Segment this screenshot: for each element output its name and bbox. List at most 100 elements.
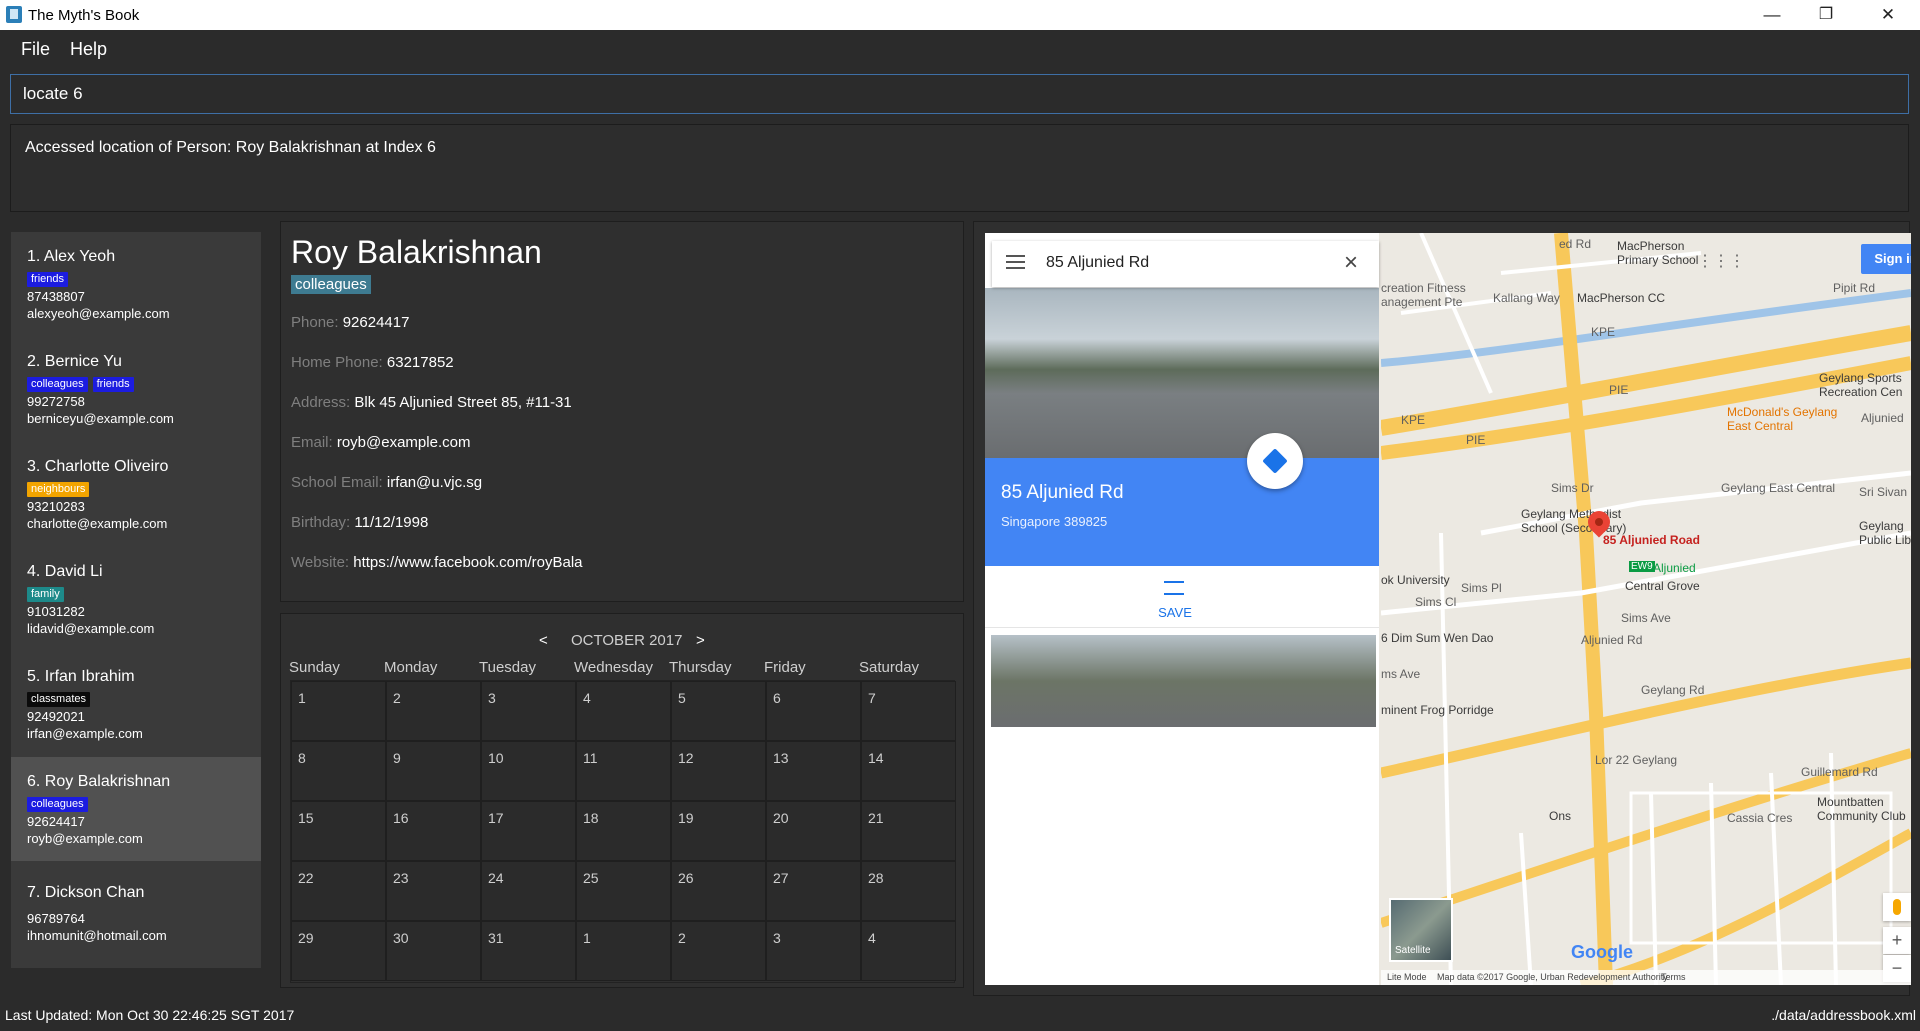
- person-card-3[interactable]: 3. Charlotte Oliveiro neighbours 9321028…: [11, 442, 261, 546]
- place-title: 85 Aljunied Rd: [1001, 482, 1124, 503]
- command-input[interactable]: [10, 74, 1909, 114]
- calendar-month: OCTOBER 2017: [571, 632, 683, 649]
- details-website: Website: https://www.facebook.com/royBal…: [291, 554, 583, 571]
- calendar-day-cell[interactable]: 4: [576, 681, 671, 741]
- map-label: Sims Pl: [1461, 581, 1502, 595]
- calendar-day-cell[interactable]: 3: [766, 921, 861, 981]
- calendar-day-cell[interactable]: 12: [671, 741, 766, 801]
- person-tag: friends: [27, 272, 69, 287]
- last-updated: Last Updated: Mon Oct 30 22:46:25 SGT 20…: [5, 1007, 295, 1023]
- calendar-day-number: 1: [298, 690, 306, 706]
- satellite-toggle[interactable]: Satellite: [1389, 898, 1453, 962]
- maximize-button[interactable]: ❐: [1806, 4, 1846, 26]
- menu-help[interactable]: Help: [70, 39, 107, 60]
- person-card-2[interactable]: 2. Bernice Yu colleagues friends 9927275…: [11, 337, 261, 441]
- calendar-day-cell[interactable]: 2: [671, 921, 766, 981]
- calendar-day-cell[interactable]: 15: [291, 801, 386, 861]
- calendar-day-cell[interactable]: 14: [861, 741, 956, 801]
- calendar-day-cell[interactable]: 27: [766, 861, 861, 921]
- calendar-prev-button[interactable]: <: [539, 632, 548, 649]
- calendar-day-cell[interactable]: 23: [386, 861, 481, 921]
- calendar-day-cell[interactable]: 29: [291, 921, 386, 981]
- calendar-day-cell[interactable]: 18: [576, 801, 671, 861]
- person-details-panel: Roy Balakrishnan colleagues Phone: 92624…: [280, 221, 964, 602]
- hamburger-menu-icon[interactable]: [1006, 255, 1025, 269]
- minimize-button[interactable]: —: [1752, 4, 1792, 26]
- person-card-7[interactable]: 7. Dickson Chan 96789764 ihnomunit@hotma…: [11, 862, 261, 966]
- field-label: Email:: [291, 434, 337, 451]
- calendar-day-cell[interactable]: 11: [576, 741, 671, 801]
- calendar-day-number: 8: [298, 750, 306, 766]
- person-email: royb@example.com: [27, 831, 143, 846]
- calendar-day-cell[interactable]: 20: [766, 801, 861, 861]
- calendar-day-cell[interactable]: 2: [386, 681, 481, 741]
- street-view-photo[interactable]: [985, 288, 1379, 458]
- calendar-day-cell[interactable]: 4: [861, 921, 956, 981]
- calendar-day-cell[interactable]: 25: [576, 861, 671, 921]
- map-roads: [1381, 233, 1911, 985]
- map-search-query[interactable]: 85 Aljunied Rd: [1046, 254, 1149, 272]
- field-value: 63217852: [386, 354, 454, 371]
- google-map[interactable]: MacPherson Primary School MacPherson CC …: [985, 233, 1911, 985]
- calendar-day-cell[interactable]: 17: [481, 801, 576, 861]
- person-card-1[interactable]: 1. Alex Yeoh friends 87438807 alexyeoh@e…: [11, 232, 261, 336]
- calendar-day-cell[interactable]: 24: [481, 861, 576, 921]
- calendar-day-cell[interactable]: 6: [766, 681, 861, 741]
- field-label: Home Phone:: [291, 354, 387, 371]
- calendar-next-button[interactable]: >: [696, 632, 705, 649]
- person-phone: 92624417: [27, 814, 85, 829]
- directions-button[interactable]: [1247, 433, 1303, 489]
- person-card-5[interactable]: 5. Irfan Ibrahim classmates 92492021 irf…: [11, 652, 261, 756]
- calendar-day-number: 22: [298, 870, 314, 886]
- calendar-day-cell[interactable]: 22: [291, 861, 386, 921]
- calendar-day-cell[interactable]: 31: [481, 921, 576, 981]
- place-subtitle: Singapore 389825: [1001, 514, 1108, 529]
- map-label: Kallang Way: [1493, 291, 1560, 305]
- map-label: Mountbatten Community Club: [1817, 795, 1906, 823]
- map-label: Geylang Public Lib: [1859, 519, 1911, 547]
- calendar-day-cell[interactable]: 1: [576, 921, 671, 981]
- calendar-day-cell[interactable]: 16: [386, 801, 481, 861]
- calendar-day-cell[interactable]: 3: [481, 681, 576, 741]
- map-search-box[interactable]: 85 Aljunied Rd ×: [992, 241, 1379, 287]
- calendar-day-cell[interactable]: 7: [861, 681, 956, 741]
- day-of-week: Sunday: [289, 659, 340, 676]
- map-label: Sims Dr: [1551, 481, 1594, 495]
- field-label: Address:: [291, 394, 355, 411]
- pegman-icon[interactable]: [1883, 893, 1911, 921]
- map-label: KPE: [1591, 325, 1616, 339]
- menu-file[interactable]: File: [21, 39, 50, 60]
- zoom-in-button[interactable]: +: [1883, 927, 1911, 954]
- calendar-day-cell[interactable]: 26: [671, 861, 766, 921]
- field-value: irfan@u.vjc.sg: [386, 474, 483, 491]
- calendar-day-cell[interactable]: 9: [386, 741, 481, 801]
- person-list[interactable]: 1. Alex Yeoh friends 87438807 alexyeoh@e…: [11, 232, 261, 968]
- calendar-day-cell[interactable]: 13: [766, 741, 861, 801]
- day-of-week: Monday: [384, 659, 438, 676]
- map-label: Guillemard Rd: [1801, 765, 1878, 779]
- calendar-day-cell[interactable]: 1: [291, 681, 386, 741]
- street-view-thumbnail[interactable]: [991, 635, 1376, 727]
- terms-link[interactable]: Terms: [1661, 972, 1686, 982]
- map-canvas[interactable]: MacPherson Primary School MacPherson CC …: [1381, 233, 1911, 985]
- field-value: royb@example.com: [336, 434, 471, 451]
- window-title: The Myth's Book: [28, 7, 140, 24]
- apps-grid-icon[interactable]: ⋮⋮⋮: [1697, 251, 1745, 271]
- close-icon[interactable]: ×: [1344, 249, 1358, 277]
- calendar-day-cell[interactable]: 19: [671, 801, 766, 861]
- calendar-day-cell[interactable]: 21: [861, 801, 956, 861]
- sign-in-button[interactable]: Sign in: [1861, 244, 1911, 274]
- person-card-6[interactable]: 6. Roy Balakrishnan colleagues 92624417 …: [11, 757, 261, 861]
- person-name: 7. Dickson Chan: [27, 884, 145, 901]
- calendar-day-number: 26: [678, 870, 694, 886]
- calendar-day-cell[interactable]: 30: [386, 921, 481, 981]
- map-label: Pipit Rd: [1833, 281, 1876, 295]
- person-card-4[interactable]: 4. David Li family 91031282 lidavid@exam…: [11, 547, 261, 651]
- calendar-day-cell[interactable]: 8: [291, 741, 386, 801]
- calendar-day-cell[interactable]: 5: [671, 681, 766, 741]
- close-button[interactable]: ✕: [1868, 4, 1908, 26]
- save-button[interactable]: SAVE: [1135, 573, 1215, 623]
- map-label: ok University: [1381, 573, 1450, 587]
- calendar-day-cell[interactable]: 28: [861, 861, 956, 921]
- calendar-day-cell[interactable]: 10: [481, 741, 576, 801]
